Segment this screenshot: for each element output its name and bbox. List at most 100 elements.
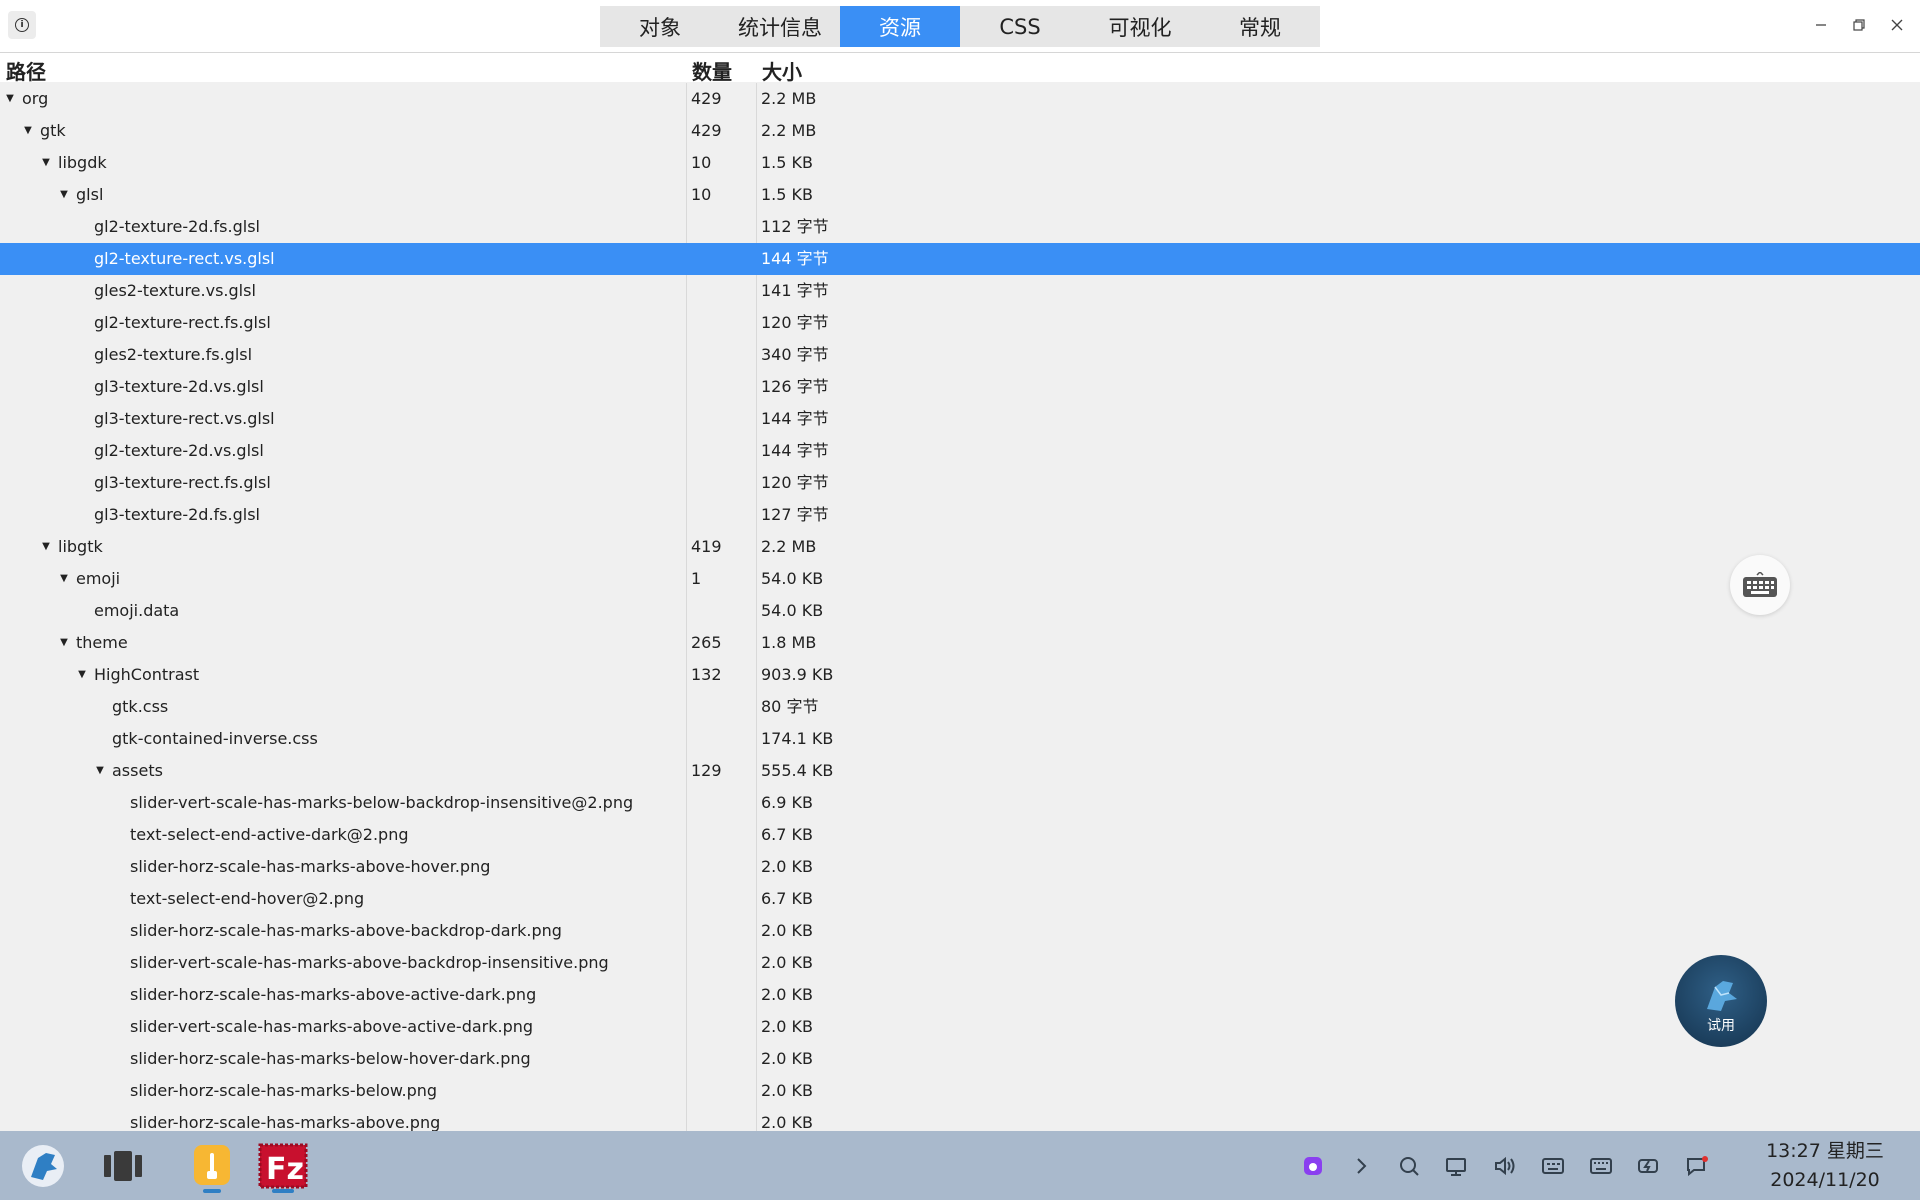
tree-file-row[interactable]: text-select-end-active-dark@2.png 6.7 KB xyxy=(0,819,1920,851)
tree-file-row[interactable]: text-select-end-hover@2.png 6.7 KB xyxy=(0,883,1920,915)
taskbar: Fz 13:27 星期三 2024/11/20 xyxy=(0,1131,1920,1200)
tab-resources[interactable]: 资源 xyxy=(840,6,960,47)
tree-file-row[interactable]: gtk-contained-inverse.css 174.1 KB xyxy=(0,723,1920,755)
tree-folder-row[interactable]: ▼ theme 265 1.8 MB xyxy=(0,627,1920,659)
expander-arrow-icon[interactable]: ▼ xyxy=(40,147,52,179)
minimize-button[interactable] xyxy=(1806,10,1836,40)
expander-arrow-icon[interactable]: ▼ xyxy=(22,115,34,147)
tab-objects[interactable]: 对象 xyxy=(600,6,720,47)
row-path-label: theme xyxy=(76,633,128,652)
expander-arrow-icon[interactable]: ▼ xyxy=(58,563,70,595)
row-size: 126 字节 xyxy=(761,377,829,396)
tab-css[interactable]: CSS xyxy=(960,6,1080,47)
tree-file-row[interactable]: slider-horz-scale-has-marks-below.png 2.0… xyxy=(0,1075,1920,1107)
tree-file-row[interactable]: gl2-texture-2d.vs.glsl 144 字节 xyxy=(0,435,1920,467)
network-tray[interactable] xyxy=(1444,1153,1470,1179)
tree-file-row[interactable]: slider-horz-scale-has-marks-below-hover-… xyxy=(0,1043,1920,1075)
expander-arrow-icon[interactable]: ▼ xyxy=(76,659,88,691)
clock[interactable]: 13:27 星期三 2024/11/20 xyxy=(1740,1137,1910,1195)
restore-button[interactable] xyxy=(1844,10,1874,40)
row-count: 129 xyxy=(691,761,722,780)
tree-file-row[interactable]: slider-horz-scale-has-marks-above-active… xyxy=(0,979,1920,1011)
tree-file-row[interactable]: emoji.data 54.0 KB xyxy=(0,595,1920,627)
row-count: 132 xyxy=(691,665,722,684)
chevron-right-icon xyxy=(1357,1158,1367,1174)
tree-file-row[interactable]: slider-horz-scale-has-marks-above.png 2.0… xyxy=(0,1107,1920,1131)
tree-folder-row[interactable]: ▼ gtk 429 2.2 MB xyxy=(0,115,1920,147)
tree-file-row[interactable]: gl3-texture-2d.fs.glsl 127 字节 xyxy=(0,499,1920,531)
kylin-mascot-icon xyxy=(1707,981,1737,1011)
tree-file-row[interactable]: gl2-texture-rect.fs.glsl 120 字节 xyxy=(0,307,1920,339)
tree-file-row[interactable]: gtk.css 80 字节 xyxy=(0,691,1920,723)
search-tray[interactable] xyxy=(1396,1153,1422,1179)
tree-folder-row[interactable]: ▼ libgdk 10 1.5 KB xyxy=(0,147,1920,179)
tree-file-row[interactable]: slider-vert-scale-has-marks-above-backdr… xyxy=(0,947,1920,979)
tray-expand-button[interactable] xyxy=(1348,1153,1374,1179)
input-method-tray[interactable] xyxy=(1540,1153,1566,1179)
tree-file-row[interactable]: slider-horz-scale-has-marks-above-hover.… xyxy=(0,851,1920,883)
row-size: 127 字节 xyxy=(761,505,829,524)
row-path-label: gl2-texture-rect.vs.glsl xyxy=(94,249,275,268)
notification-tray[interactable] xyxy=(1684,1153,1710,1179)
keyboard-tray[interactable] xyxy=(1588,1153,1614,1179)
row-path-label: slider-horz-scale-has-marks-above-backdr… xyxy=(130,921,562,940)
row-path-label: slider-vert-scale-has-marks-above-active… xyxy=(130,1017,534,1036)
multitask-view-button[interactable] xyxy=(100,1143,146,1189)
tree-file-row[interactable]: gl3-texture-rect.vs.glsl 144 字节 xyxy=(0,403,1920,435)
expander-arrow-icon[interactable]: ▼ xyxy=(58,179,70,211)
column-header-size[interactable]: 大小 xyxy=(762,56,802,85)
screenshot-tray[interactable] xyxy=(1300,1153,1326,1179)
tab-visual[interactable]: 可视化 xyxy=(1080,6,1200,47)
expander-arrow-icon[interactable]: ▼ xyxy=(58,627,70,659)
tree-folder-row[interactable]: ▼ assets 129 555.4 KB xyxy=(0,755,1920,787)
row-count: 429 xyxy=(691,89,722,108)
file-manager-app[interactable] xyxy=(189,1143,235,1193)
row-size: 2.0 KB xyxy=(761,1017,813,1036)
column-header-path[interactable]: 路径 xyxy=(6,56,46,85)
tree-folder-row[interactable]: ▼ emoji 1 54.0 KB xyxy=(0,563,1920,595)
row-path-label: gl3-texture-2d.vs.glsl xyxy=(94,377,264,396)
floating-keyboard-button[interactable] xyxy=(1730,555,1790,615)
start-menu-button[interactable] xyxy=(20,1143,66,1189)
tree-folder-row[interactable]: ▼ HighContrast 132 903.9 KB xyxy=(0,659,1920,691)
expander-arrow-icon[interactable]: ▼ xyxy=(4,83,16,115)
row-size: 2.0 KB xyxy=(761,857,813,876)
row-size: 1.5 KB xyxy=(761,185,813,204)
row-count: 10 xyxy=(691,185,712,204)
filezilla-icon: Fz xyxy=(258,1143,308,1193)
filezilla-app[interactable]: Fz xyxy=(258,1143,308,1193)
row-size: 2.2 MB xyxy=(761,537,817,556)
tree-file-row[interactable]: gl2-texture-rect.vs.glsl 144 字节 xyxy=(0,243,1920,275)
row-path-label: assets xyxy=(112,761,163,780)
row-path-label: gl2-texture-2d.fs.glsl xyxy=(94,217,260,236)
column-header-row: 路径 数量 大小 xyxy=(0,53,1920,85)
tree-file-row[interactable]: gl2-texture-2d.fs.glsl 112 字节 xyxy=(0,211,1920,243)
column-header-count[interactable]: 数量 xyxy=(692,56,732,85)
tab-general[interactable]: 常规 xyxy=(1200,6,1320,47)
row-path-label: emoji.data xyxy=(94,601,180,620)
tree-folder-row[interactable]: ▼ glsl 10 1.5 KB xyxy=(0,179,1920,211)
tree-file-row[interactable]: gl3-texture-2d.vs.glsl 126 字节 xyxy=(0,371,1920,403)
close-button[interactable] xyxy=(1882,10,1912,40)
expander-arrow-icon[interactable]: ▼ xyxy=(94,755,106,787)
row-size: 2.2 MB xyxy=(761,89,817,108)
tree-file-row[interactable]: gles2-texture.fs.glsl 340 字节 xyxy=(0,339,1920,371)
tree-file-row[interactable]: slider-vert-scale-has-marks-below-backdr… xyxy=(0,787,1920,819)
trial-badge[interactable]: 试用 xyxy=(1675,955,1767,1047)
tree-file-row[interactable]: slider-horz-scale-has-marks-above-backdr… xyxy=(0,915,1920,947)
info-button[interactable]: i xyxy=(8,11,36,39)
tree-file-row[interactable]: gles2-texture.vs.glsl 141 字节 xyxy=(0,275,1920,307)
row-size: 174.1 KB xyxy=(761,729,834,748)
power-tray[interactable] xyxy=(1636,1153,1662,1179)
tree-file-row[interactable]: slider-vert-scale-has-marks-above-active… xyxy=(0,1011,1920,1043)
tree-file-row[interactable]: gl3-texture-rect.fs.glsl 120 字节 xyxy=(0,467,1920,499)
battery-charging-icon xyxy=(1638,1159,1658,1173)
expander-arrow-icon[interactable]: ▼ xyxy=(40,531,52,563)
trial-label: 试用 xyxy=(1707,1018,1735,1034)
row-path-label: slider-horz-scale-has-marks-above.png xyxy=(130,1113,441,1131)
row-path-label: HighContrast xyxy=(94,665,200,684)
tree-folder-row[interactable]: ▼ libgtk 419 2.2 MB xyxy=(0,531,1920,563)
tab-statistics[interactable]: 统计信息 xyxy=(720,6,840,47)
volume-tray[interactable] xyxy=(1492,1153,1518,1179)
tree-folder-row[interactable]: ▼ org 429 2.2 MB xyxy=(0,83,1920,115)
